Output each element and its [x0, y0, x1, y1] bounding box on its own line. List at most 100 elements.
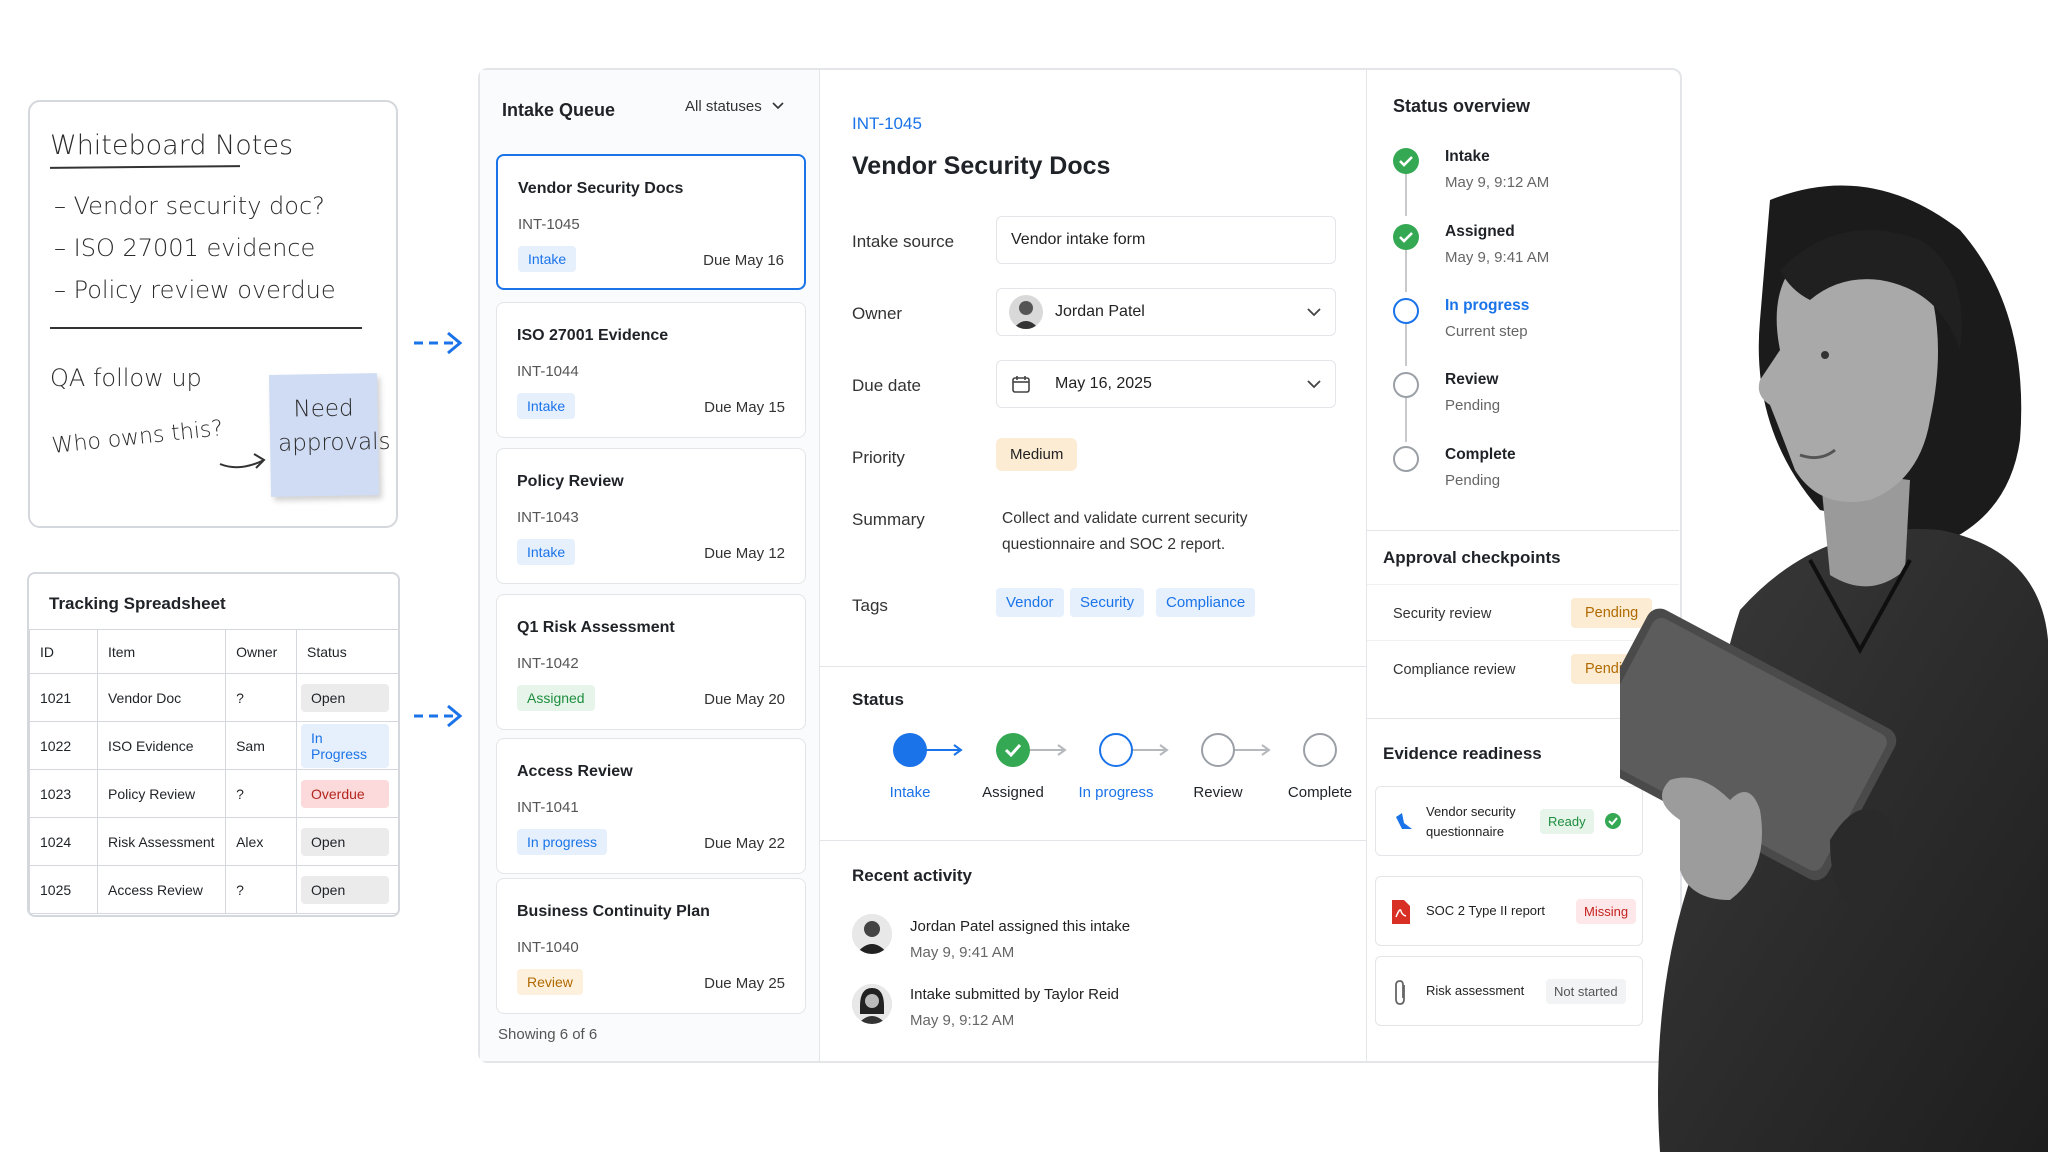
- field-label: Due date: [852, 376, 921, 395]
- owner-avatar: [1009, 295, 1043, 329]
- overview-step-sub: Pending: [1445, 397, 1501, 414]
- cell-id: 1022: [29, 721, 98, 770]
- queue-card[interactable]: Policy Review INT-1043 Intake Due May 12: [496, 448, 806, 584]
- field-label: Intake source: [852, 232, 955, 251]
- sticky-line: approvals: [277, 428, 391, 457]
- status-overview-title: Status overview: [1393, 96, 1531, 116]
- evidence-item[interactable]: SOC 2 Type II report Missing: [1375, 876, 1643, 946]
- table-row[interactable]: 1022 ISO Evidence Sam In Progress: [29, 721, 398, 770]
- cell-id: 1023: [29, 769, 98, 818]
- chevron-down-icon: [1307, 308, 1321, 317]
- evidence-item[interactable]: Vendor security questionnaire Ready: [1375, 786, 1643, 856]
- queue-title: Intake Queue: [502, 100, 616, 120]
- priority-badge[interactable]: Medium: [996, 438, 1078, 471]
- whiteboard-note: – Policy review overdue: [54, 276, 336, 304]
- step-complete-dot[interactable]: [1303, 733, 1337, 767]
- whiteboard-divider: [50, 327, 362, 329]
- status-cell: Open: [301, 827, 389, 856]
- recent-activity-title: Recent activity: [852, 866, 972, 885]
- card-id: INT-1041: [517, 799, 579, 816]
- overview-step-sub: May 9, 9:41 AM: [1445, 249, 1550, 266]
- status-cell: In Progress: [301, 723, 389, 768]
- field-label: Tags: [852, 596, 888, 615]
- queue-count: Showing 6 of 6: [498, 1026, 598, 1043]
- status-badge: Intake: [517, 539, 576, 565]
- timeline-connector: [1405, 320, 1407, 366]
- column-header: Status: [296, 629, 398, 674]
- evidence-status-badge: Not started: [1546, 979, 1626, 1004]
- evidence-item[interactable]: Risk assessment Not started: [1375, 956, 1643, 1026]
- intake-id: INT-1045: [852, 114, 922, 133]
- step-in-progress-dot[interactable]: [1099, 733, 1133, 767]
- cell-item: Access Review: [96, 865, 227, 914]
- column-header: Item: [96, 629, 227, 674]
- cell-owner: Sam: [225, 721, 297, 770]
- intake-queue-panel: Intake Queue All statuses Vendor Securit…: [480, 70, 820, 1061]
- evidence-readiness-title: Evidence readiness: [1383, 744, 1542, 763]
- tag-compliance[interactable]: Compliance: [1156, 588, 1256, 617]
- card-due-date: Due May 12: [704, 545, 785, 562]
- tag-security[interactable]: Security: [1070, 588, 1145, 617]
- evidence-name: SOC 2 Type II report: [1426, 903, 1545, 918]
- activity-text: Intake submitted by Taylor Reid: [910, 986, 1119, 1003]
- owner-select[interactable]: Jordan Patel: [996, 288, 1336, 336]
- queue-card[interactable]: ISO 27001 Evidence INT-1044 Intake Due M…: [496, 302, 806, 438]
- overview-step-sub: May 9, 9:12 AM: [1445, 174, 1550, 191]
- queue-card[interactable]: Access Review INT-1041 In progress Due M…: [496, 738, 806, 874]
- step-review-dot[interactable]: [1201, 733, 1235, 767]
- timeline-connector: [1405, 246, 1407, 292]
- status-filter-dropdown[interactable]: All statuses: [685, 98, 784, 115]
- spreadsheet-table: ID Item Owner Status 1021 Vendor Doc ? O…: [29, 629, 398, 914]
- step-label: Complete: [1287, 784, 1353, 801]
- table-row[interactable]: 1024 Risk Assessment Alex Open: [29, 817, 398, 866]
- queue-card[interactable]: Business Continuity Plan INT-1040 Review…: [496, 878, 806, 1014]
- status-badge: Intake: [517, 393, 576, 419]
- approval-checkpoints-title: Approval checkpoints: [1383, 548, 1561, 567]
- column-header: ID: [29, 629, 98, 674]
- cell-item: Risk Assessment: [96, 817, 227, 866]
- field-label: Owner: [852, 304, 903, 323]
- spreadsheet-header-row: ID Item Owner Status: [29, 629, 398, 674]
- due-date-picker[interactable]: May 16, 2025: [996, 360, 1336, 408]
- card-id: INT-1045: [518, 216, 580, 233]
- overview-step-name: Assigned: [1445, 223, 1515, 240]
- tag-vendor[interactable]: Vendor: [996, 588, 1064, 617]
- step-intake-dot[interactable]: [893, 733, 927, 767]
- table-row[interactable]: 1023 Policy Review ? Overdue: [29, 769, 398, 818]
- table-row[interactable]: 1025 Access Review ? Open: [29, 865, 398, 914]
- activity-time: May 9, 9:12 AM: [910, 1012, 1015, 1029]
- cell-owner: Alex: [225, 817, 297, 866]
- pending-circle-icon: [1393, 446, 1419, 472]
- queue-card[interactable]: Vendor Security Docs INT-1045 Intake Due…: [496, 154, 806, 290]
- status-cell: Open: [301, 875, 389, 904]
- card-due-date: Due May 22: [704, 835, 785, 852]
- intake-app-window: Intake Queue All statuses Vendor Securit…: [478, 68, 1682, 1063]
- sticky-note: Need approvals: [268, 373, 391, 497]
- intake-title: Vendor Security Docs: [852, 152, 1111, 180]
- hand-arrow-icon: [219, 453, 266, 469]
- cell-owner: ?: [225, 769, 297, 818]
- overview-step-name: Complete: [1445, 446, 1516, 463]
- card-title: ISO 27001 Evidence: [517, 327, 669, 344]
- whiteboard-panel: Whiteboard Notes – Vendor security doc? …: [28, 100, 398, 528]
- column-header: Owner: [225, 629, 297, 674]
- evidence-name: Risk assessment: [1426, 983, 1525, 998]
- card-id: INT-1044: [517, 363, 579, 380]
- cell-owner: ?: [225, 865, 297, 914]
- avatar: [852, 984, 892, 1024]
- section-divider: [820, 840, 1366, 841]
- flow-arrow-icon: [414, 704, 463, 728]
- card-due-date: Due May 25: [704, 975, 785, 992]
- field-label: Summary: [852, 510, 925, 529]
- field-label: Priority: [852, 448, 905, 467]
- step-assigned-check-icon[interactable]: [996, 733, 1030, 767]
- queue-card[interactable]: Q1 Risk Assessment INT-1042 Assigned Due…: [496, 594, 806, 730]
- current-step-circle-icon: [1393, 298, 1419, 324]
- intake-source-field[interactable]: Vendor intake form: [996, 216, 1336, 264]
- step-label: In progress: [1078, 784, 1154, 801]
- whiteboard-note: – ISO 27001 evidence: [54, 234, 316, 262]
- overview-step-sub: Pending: [1445, 472, 1501, 489]
- step-label: Intake: [889, 784, 931, 801]
- table-row[interactable]: 1021 Vendor Doc ? Open: [29, 673, 398, 722]
- whiteboard-note: – Vendor security doc?: [54, 192, 325, 220]
